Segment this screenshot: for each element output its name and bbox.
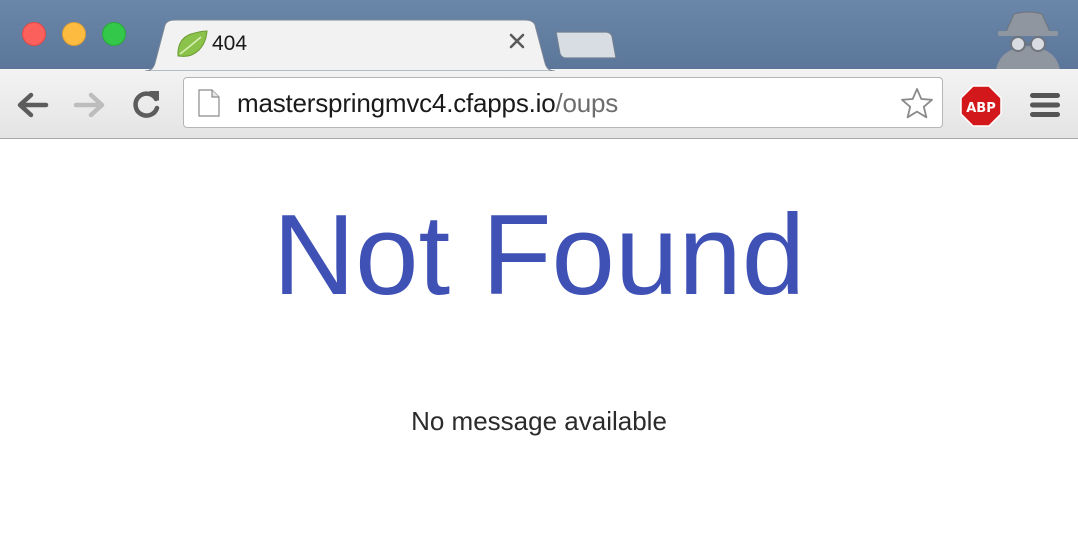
address-bar[interactable]: masterspringmvc4.cfapps.io/oups — [183, 77, 943, 128]
bookmark-star-icon[interactable] — [900, 87, 934, 119]
reload-button[interactable] — [128, 87, 164, 123]
browser-menu-button[interactable] — [1028, 90, 1062, 120]
error-title: Not Found — [272, 192, 806, 319]
adblock-label: ABP — [966, 101, 996, 116]
url-host: masterspringmvc4.cfapps.io — [237, 88, 556, 118]
adblock-extension-button[interactable]: ABP — [960, 85, 1002, 127]
error-message: No message available — [411, 406, 667, 436]
close-tab-icon[interactable] — [507, 31, 527, 51]
spring-leaf-icon — [175, 29, 209, 59]
browser-toolbar: masterspringmvc4.cfapps.io/oups ABP — [0, 69, 1078, 139]
reload-icon — [133, 91, 160, 118]
adblock-octagon-icon: ABP — [960, 85, 1002, 127]
window-minimize-button[interactable] — [62, 22, 86, 46]
browser-window: 404 masterspringmvc4.cfapps.io/oups ABP … — [0, 0, 1078, 542]
back-button[interactable] — [14, 87, 50, 123]
hamburger-icon — [1030, 93, 1060, 117]
forward-button[interactable] — [72, 87, 108, 123]
arrow-right-icon — [73, 92, 105, 118]
new-tab-button[interactable] — [552, 28, 618, 62]
url-text[interactable]: masterspringmvc4.cfapps.io/oups — [237, 89, 618, 117]
page-content: Not Found No message available — [0, 139, 1078, 542]
page-icon — [198, 89, 220, 117]
window-zoom-button[interactable] — [102, 22, 126, 46]
window-close-button[interactable] — [22, 22, 46, 46]
incognito-icon — [992, 8, 1064, 70]
tab-active[interactable]: 404 — [145, 19, 555, 71]
arrow-left-icon — [17, 92, 49, 118]
url-path: /oups — [555, 88, 619, 118]
tab-title: 404 — [212, 32, 248, 55]
